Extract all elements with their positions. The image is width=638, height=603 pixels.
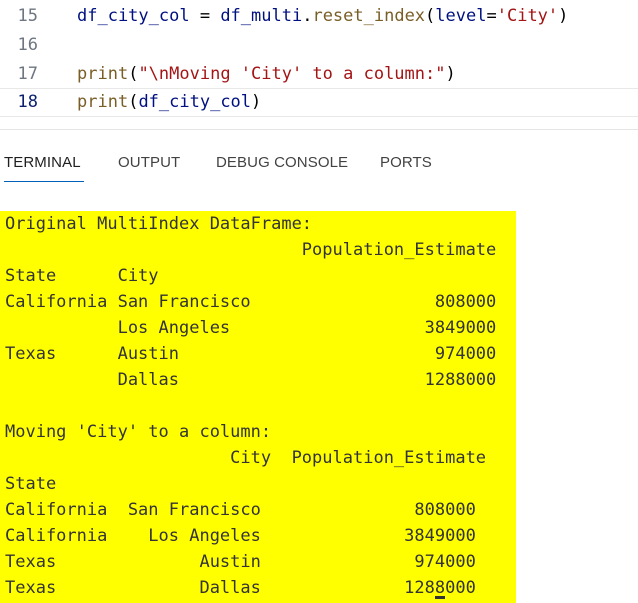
code-line-17[interactable]: 17 print("\nMoving 'City' to a column:") [0, 60, 638, 89]
terminal-line: Los Angeles 3849000 [5, 318, 497, 338]
tab-terminal[interactable]: TERMINAL [4, 154, 81, 171]
terminal-line: Population_Estimate [5, 240, 497, 260]
code-token: ) [445, 64, 456, 84]
code-token: level [435, 6, 487, 26]
code-token: ( [128, 64, 139, 84]
terminal-line: State City [5, 266, 159, 286]
terminal-line: Texas Austin 974000 [5, 344, 497, 364]
terminal-line: California Los Angeles 3849000 [5, 526, 476, 546]
code-text[interactable]: print("\nMoving 'City' to a column:") [77, 60, 456, 89]
code-token: 'City' [496, 6, 559, 26]
terminal-line: Dallas 1288000 [5, 370, 497, 390]
line-number: 17 [17, 64, 38, 84]
code-token: reset_index [312, 6, 426, 26]
code-text[interactable]: print(df_city_col) [77, 89, 261, 116]
tab-output[interactable]: OUTPUT [118, 154, 180, 171]
line-number: 16 [17, 35, 38, 55]
panel-tab-bar: TERMINAL OUTPUT DEBUG CONSOLE PORTS [0, 140, 638, 182]
active-tab-indicator [4, 181, 84, 182]
tab-debug-console[interactable]: DEBUG CONSOLE [216, 154, 348, 171]
terminal-line: State [5, 474, 57, 494]
code-token: print [77, 64, 129, 84]
terminal-line: Texas Dallas 1288000 [5, 578, 476, 598]
code-line-16[interactable]: 16 [0, 31, 638, 60]
code-token: ) [251, 92, 262, 112]
terminal-output[interactable]: Original MultiIndex DataFrame: Populatio… [0, 211, 516, 603]
code-token: ) [558, 6, 569, 26]
code-token: df_city_col [77, 6, 190, 26]
code-line-18-current[interactable]: 18 print(df_city_col) [0, 88, 638, 117]
terminal-line: Texas Austin 974000 [5, 552, 476, 572]
code-token: "\nMoving 'City' to a column:" [138, 64, 446, 84]
code-token: . [302, 6, 313, 26]
tab-ports[interactable]: PORTS [380, 154, 432, 171]
terminal-line: Original MultiIndex DataFrame: [5, 214, 313, 234]
panel-divider [0, 129, 638, 130]
code-editor[interactable]: 15 df_city_col = df_multi.reset_index(le… [0, 0, 638, 128]
code-token: df_multi [220, 6, 303, 26]
terminal-line: City Population_Estimate [5, 448, 487, 468]
code-token: df_city_col [138, 92, 252, 112]
line-number: 15 [17, 6, 38, 26]
code-line-15[interactable]: 15 df_city_col = df_multi.reset_index(le… [0, 2, 638, 31]
code-token: = [486, 6, 497, 26]
line-number: 18 [17, 92, 38, 112]
terminal-line: California San Francisco 808000 [5, 292, 497, 312]
terminal-cursor [435, 596, 445, 599]
code-token: print [77, 92, 129, 112]
terminal-line: Moving 'City' to a column: [5, 422, 272, 442]
terminal-line: California San Francisco 808000 [5, 500, 476, 520]
code-text[interactable]: df_city_col = df_multi.reset_index(level… [77, 2, 568, 31]
code-token: = [189, 6, 221, 26]
code-token: ( [128, 92, 139, 112]
code-token: ( [425, 6, 436, 26]
